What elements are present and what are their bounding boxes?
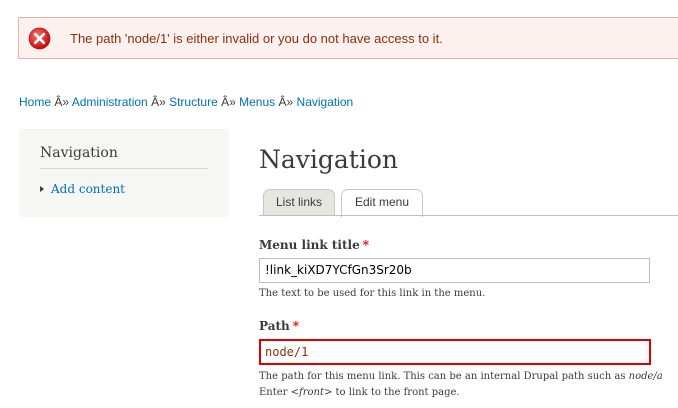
menu-link-title-input[interactable]: !link_kiXD7YCfGn3Sr20b [259, 258, 650, 283]
path-description-line-2: Enter <front> to link to the front page. [259, 385, 663, 401]
breadcrumb-home[interactable]: Home [19, 95, 51, 109]
sidebar-navigation-block: Navigation Add content [19, 129, 229, 217]
menu-link-title-description: The text to be used for this link in the… [259, 288, 486, 299]
triangle-right-icon [40, 186, 44, 192]
required-mark: * [292, 319, 300, 333]
error-message: The path 'node/1' is either invalid or y… [18, 17, 678, 59]
error-message-text: The path 'node/1' is either invalid or y… [70, 31, 443, 46]
path-description-text: to link to the front page. [332, 387, 460, 398]
path-description-front: <front> [290, 387, 333, 398]
path-input[interactable]: node/1 [259, 339, 651, 365]
breadcrumb-separator: Â» [51, 95, 72, 109]
sidebar-title: Navigation [40, 145, 118, 161]
sidebar-item-add-content[interactable]: Add content [40, 182, 125, 196]
sidebar-divider [40, 168, 208, 169]
breadcrumb-navigation[interactable]: Navigation [297, 95, 354, 109]
breadcrumb-separator: Â» [147, 95, 170, 109]
tab-edit-menu[interactable]: Edit menu [341, 189, 423, 217]
breadcrumb-separator: Â» [275, 95, 297, 109]
path-description: The path for this menu link. This can be… [259, 369, 663, 401]
required-mark: * [362, 238, 369, 252]
menu-link-title-label: Menu link title * [259, 238, 369, 252]
breadcrumb-separator: Â» [217, 95, 240, 109]
path-description-text: The path for this menu link. This can be… [259, 371, 629, 382]
breadcrumb-menus[interactable]: Menus [239, 95, 275, 109]
page-title: Navigation [259, 145, 399, 174]
menu-link-title-label-text: Menu link title [259, 238, 360, 252]
path-description-text: Enter [259, 387, 291, 398]
breadcrumb-structure[interactable]: Structure [169, 95, 218, 109]
sidebar-item-label[interactable]: Add content [51, 182, 125, 196]
error-icon [28, 27, 51, 50]
path-label: Path * [259, 319, 299, 333]
path-description-line-1: The path for this menu link. This can be… [259, 369, 663, 385]
tab-list-links[interactable]: List links [263, 189, 335, 216]
breadcrumb: Home Â» Administration Â» Structure Â» M… [19, 95, 353, 109]
path-description-example: node/a [628, 371, 663, 382]
path-label-text: Path [259, 319, 290, 333]
breadcrumb-administration[interactable]: Administration [72, 95, 148, 109]
tabs-divider [259, 215, 678, 216]
